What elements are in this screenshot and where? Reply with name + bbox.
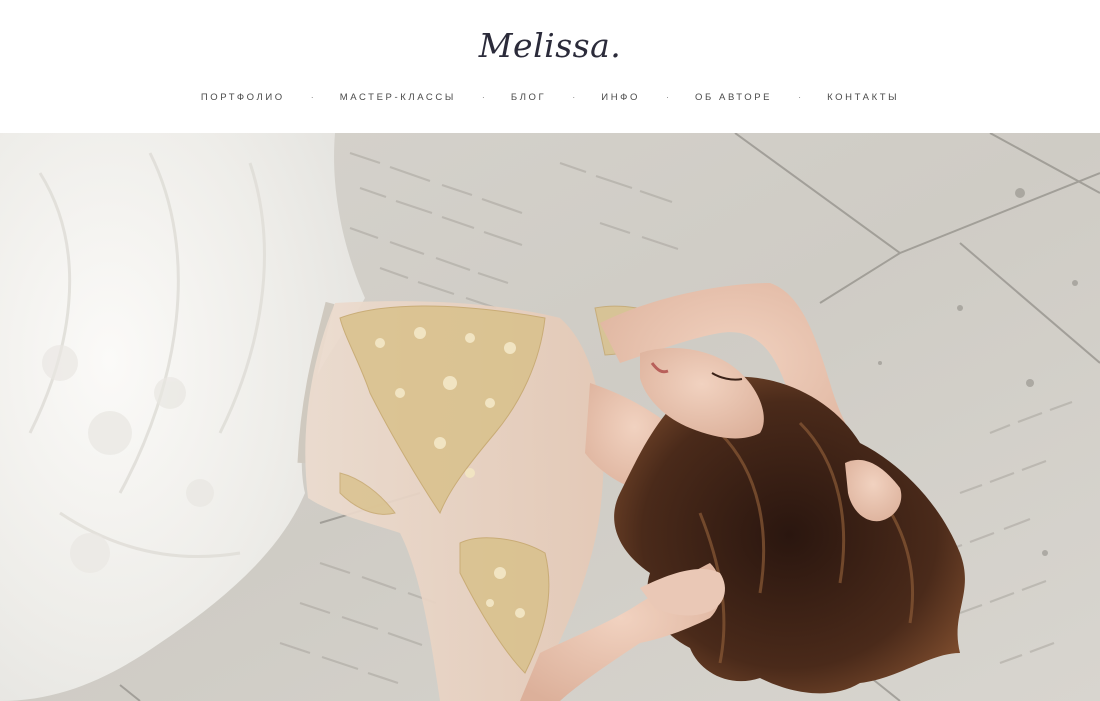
- nav-separator: ·: [665, 92, 669, 102]
- hero-image: [0, 133, 1100, 701]
- site-logo[interactable]: Melissa.: [0, 22, 1100, 70]
- nav-separator: ·: [572, 92, 576, 102]
- nav-item-about[interactable]: ОБ АВТОРЕ: [695, 92, 772, 103]
- nav-separator: ·: [481, 92, 485, 102]
- nav-separator: ·: [798, 92, 802, 102]
- nav-item-info[interactable]: ИНФО: [601, 92, 640, 103]
- nav-item-contacts[interactable]: КОНТАКТЫ: [827, 92, 899, 103]
- nav-item-masterclasses[interactable]: МАСТЕР-КЛАССЫ: [340, 92, 456, 103]
- hero-photo-illustration: [0, 133, 1100, 701]
- nav-item-blog[interactable]: БЛОГ: [511, 92, 546, 103]
- nav-separator: ·: [310, 92, 314, 102]
- main-nav: ПОРТФОЛИО · МАСТЕР-КЛАССЫ · БЛОГ · ИНФО …: [0, 89, 1100, 105]
- site-header: Melissa. ПОРТФОЛИО · МАСТЕР-КЛАССЫ · БЛО…: [0, 0, 1100, 133]
- nav-item-portfolio[interactable]: ПОРТФОЛИО: [201, 92, 285, 103]
